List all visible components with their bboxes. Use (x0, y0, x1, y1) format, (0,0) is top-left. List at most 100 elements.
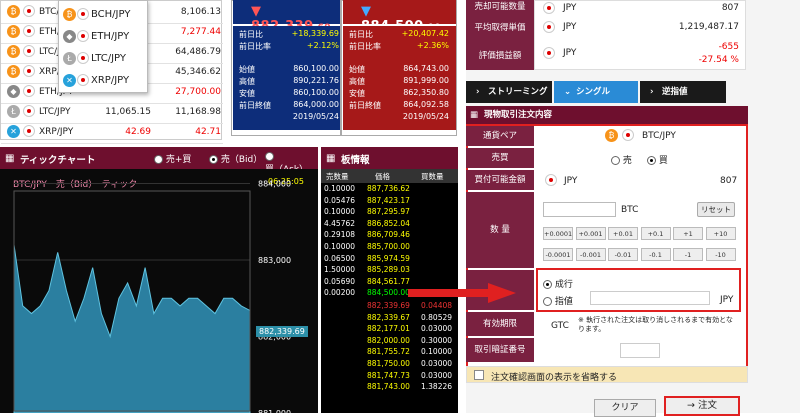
qty-step-button[interactable]: -0.1 (640, 248, 671, 261)
flag-icon (23, 5, 35, 17)
bid-qty: 0.03000 (421, 324, 453, 334)
quantity-input[interactable] (543, 202, 616, 217)
ask-qty: 1.50000 (324, 265, 356, 275)
book-ask-row[interactable]: 1.50000 885,289.03 (321, 264, 458, 276)
bid-qty: 0.30000 (421, 335, 453, 345)
book-bid-row[interactable]: 881,747.73 0.03000 (321, 370, 458, 382)
ask-low: 862,350.80 (403, 88, 449, 97)
tab-chevron-icon: ⌄ (564, 87, 572, 97)
flag-icon (23, 105, 35, 117)
book-ask-row[interactable]: 0.10000 887,736.62 (321, 183, 458, 195)
flag-icon (77, 74, 89, 86)
pin-input[interactable] (620, 343, 660, 358)
info-label-3: 評価損益額 (466, 42, 534, 70)
qty-step-button[interactable]: -0.001 (575, 248, 606, 261)
chart-mode-both-label: 売+買 (165, 155, 192, 165)
qty-step-button[interactable]: +0.0001 (543, 227, 573, 240)
book-ask-row[interactable]: 0.05476 887,423.17 (321, 195, 458, 207)
book-bid-row[interactable]: 882,177.01 0.03000 (321, 323, 458, 335)
bid-high-label: 高値 (239, 77, 255, 86)
book-ask-row[interactable]: 0.06500 885,974.59 (321, 253, 458, 265)
ask-qty: 0.29108 (324, 230, 356, 240)
bid-prev: +18,339.69 (291, 29, 339, 38)
bid-price: 881,755.72 (367, 347, 410, 357)
tick-chart[interactable]: BTC/JPY 売（Bid） ティック 06:25:05 884,000 883,… (0, 169, 318, 413)
coin-icon: ₿ (7, 25, 20, 38)
ask-price: 887,736.62 (367, 184, 410, 193)
radio-sell-icon (611, 156, 620, 165)
jp-flag-icon (543, 47, 555, 59)
dropdown-item[interactable]: ✕ XRP/JPY (59, 69, 149, 92)
book-col-price: 価格 (375, 172, 390, 181)
book-bid-row[interactable]: 881,755.72 0.10000 (321, 346, 458, 358)
dropdown-item-label: BCH/JPY (91, 9, 131, 20)
side-buy[interactable]: 買 (647, 153, 668, 166)
ask-price: 885,974.59 (367, 253, 410, 263)
skip-confirm-row[interactable]: 注文確認画面の表示を省略する (466, 366, 748, 383)
clear-button[interactable]: クリア (594, 399, 656, 417)
book-bid-row[interactable]: 882,339.67 0.80529 (321, 312, 458, 324)
chart-mode-both[interactable]: 売+買 (154, 152, 191, 165)
radio-market-icon (543, 280, 552, 289)
coin-icon: ₿ (7, 65, 20, 78)
qty-step-button[interactable]: +0.01 (608, 227, 638, 240)
ask-price: 887,423.17 (367, 195, 410, 205)
qty-step-button[interactable]: +0.001 (575, 227, 606, 240)
bid-price-box[interactable]: ▼ 882,339.69 (233, 0, 340, 34)
coin-row[interactable]: ✕ XRP/JPY 42.69 42.71 (1, 121, 223, 144)
dropdown-item[interactable]: ₿ BCH/JPY (59, 3, 149, 26)
info-value-1: 807 (721, 3, 739, 13)
ask-close: 864,092.58 (403, 100, 449, 109)
tab-single[interactable]: ⌄ シングル (554, 81, 638, 103)
book-ask-row[interactable]: 0.10000 887,295.97 (321, 206, 458, 218)
order-type-limit-label: 指値 (554, 297, 573, 307)
coin-ask: 42.71 (195, 127, 221, 137)
bid-prev-label: 前日比 (239, 30, 263, 39)
coin-ask: 8,106.13 (180, 7, 221, 17)
ask-open-label: 始値 (349, 65, 365, 74)
side-sell[interactable]: 売 (611, 153, 632, 166)
qty-step-button[interactable]: +0.1 (640, 227, 671, 240)
book-ask-row[interactable]: 4.45762 886,852.04 (321, 218, 458, 230)
ask-price-box[interactable]: ▼ 884,500.00 (343, 0, 456, 34)
chart-mode-bid[interactable]: 売（Bid） (209, 152, 262, 165)
book-grid-icon: ▦ (326, 153, 336, 164)
bid-price: 882,177.01 (367, 324, 410, 334)
skip-checkbox[interactable] (474, 370, 484, 380)
order-type-market[interactable]: 成行 (543, 277, 573, 290)
limit-price-input[interactable] (590, 291, 710, 305)
info-ccy-1: JPY (563, 3, 577, 13)
pair-dropdown-menu[interactable]: ₿ BCH/JPY ◆ ETH/JPY Ł LTC/JPY ✕ XRP/JPY (58, 0, 148, 93)
book-bid-row[interactable]: 881,750.00 0.03000 (321, 358, 458, 370)
expiry-note: ※ 執行された注文は取り消しされるまで有効となります。 (578, 316, 733, 333)
ask-prev-label: 前日比 (349, 30, 373, 39)
qty-step-button[interactable]: -0.0001 (543, 248, 573, 261)
pin-label: 取引暗証番号 (466, 338, 534, 362)
order-grid-icon: ▦ (470, 110, 479, 120)
reset-button[interactable]: リセット (697, 202, 735, 217)
book-bid-row[interactable]: 882,000.00 0.30000 (321, 335, 458, 347)
order-type-limit[interactable]: 指値 (543, 294, 573, 307)
qty-step-button[interactable]: -1 (673, 248, 703, 261)
tab-streaming-label: ストリーミング (488, 87, 548, 97)
book-bid-row[interactable]: 881,743.00 1.38226 (321, 381, 458, 393)
book-ask-row[interactable]: 0.10000 885,700.00 (321, 241, 458, 253)
pair-label: 通貨ペア (466, 126, 534, 146)
dropdown-item[interactable]: Ł LTC/JPY (59, 47, 149, 70)
submit-button[interactable]: → 注文 (664, 396, 740, 416)
bid-qty: 0.10000 (421, 347, 453, 357)
tab-stop[interactable]: › 逆指値 (640, 81, 726, 103)
flag-icon (77, 52, 89, 64)
ask-prev: +20,407.42 (401, 29, 449, 38)
qty-step-button[interactable]: -0.01 (608, 248, 638, 261)
qty-label: 数 量 (466, 192, 534, 268)
qty-step-button[interactable]: +1 (673, 227, 703, 240)
qty-step-button[interactable]: +10 (705, 227, 736, 240)
dropdown-item[interactable]: ◆ ETH/JPY (59, 25, 149, 48)
book-ask-row[interactable]: 0.29108 886,709.46 (321, 229, 458, 241)
avail-ccy: JPY (564, 176, 578, 186)
ask-price: 884,500.00 (367, 288, 410, 298)
qty-step-button[interactable]: -10 (705, 248, 736, 261)
tab-streaming[interactable]: › ストリーミング (466, 81, 552, 103)
order-form-title: 現物取引注文内容 (484, 110, 553, 120)
